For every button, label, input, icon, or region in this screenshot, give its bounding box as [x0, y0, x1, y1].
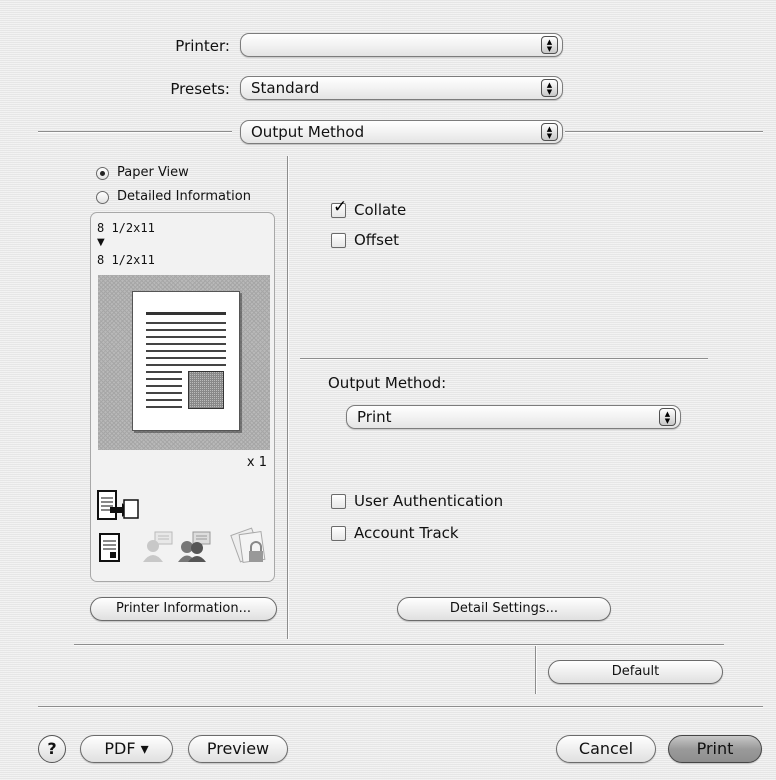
separator-vertical	[535, 646, 537, 694]
cancel-button[interactable]: Cancel	[556, 735, 656, 763]
output-method-popup[interactable]: Print ▲ ▼	[346, 405, 681, 429]
paper-to: 8 1/2x11	[97, 253, 155, 267]
paper-from: 8 1/2x11	[97, 221, 155, 235]
preview-box: 8 1/2x11 ▼ 8 1/2x11 x 1	[90, 212, 275, 582]
paper-preview-area	[98, 275, 270, 450]
help-icon[interactable]: ?	[38, 735, 66, 763]
presets-value: Standard	[251, 79, 320, 97]
detailed-information-label: Detailed Information	[117, 189, 251, 204]
output-tray-icon	[97, 490, 139, 520]
account-track-label: Account Track	[354, 524, 459, 542]
output-method-value: Print	[357, 408, 392, 426]
paper-arrow-icon: ▼	[97, 237, 105, 248]
copies-count: x 1	[246, 455, 267, 470]
default-button[interactable]: Default	[548, 660, 723, 684]
presets-popup[interactable]: Standard ▲ ▼	[240, 76, 563, 100]
preview-button[interactable]: Preview	[188, 735, 288, 763]
up-down-arrows-icon: ▲ ▼	[541, 36, 558, 54]
up-down-arrows-icon: ▲ ▼	[541, 79, 558, 97]
presets-label: Presets:	[170, 80, 230, 98]
printer-information-button[interactable]: Printer Information...	[90, 597, 277, 621]
offset-checkbox[interactable]	[331, 233, 346, 248]
offset-label: Offset	[354, 231, 400, 249]
separator	[38, 131, 232, 133]
separator	[565, 131, 763, 133]
panel-value: Output Method	[251, 123, 365, 141]
paper-view-radio[interactable]	[96, 167, 109, 180]
detailed-information-radio[interactable]	[96, 191, 109, 204]
panel-popup[interactable]: Output Method ▲ ▼	[240, 120, 563, 144]
separator	[38, 706, 763, 708]
printer-popup[interactable]: ▲ ▼	[240, 33, 563, 57]
paper-page	[132, 291, 240, 431]
group-icon	[178, 531, 211, 562]
collate-label: Collate	[354, 201, 407, 219]
up-down-arrows-icon: ▲ ▼	[659, 408, 676, 426]
lock-icon	[230, 527, 266, 563]
up-down-arrows-icon: ▲ ▼	[541, 123, 558, 141]
user-authentication-checkbox[interactable]	[331, 494, 346, 509]
printer-label: Printer:	[175, 37, 230, 55]
print-button[interactable]: Print	[668, 735, 762, 763]
paper-view-label: Paper View	[117, 165, 189, 180]
panel-divider	[287, 156, 289, 639]
detail-settings-button[interactable]: Detail Settings...	[397, 597, 611, 621]
pdf-button[interactable]: PDF ▾	[80, 735, 173, 763]
account-track-checkbox[interactable]	[331, 526, 346, 541]
user-authentication-label: User Authentication	[354, 492, 504, 510]
document-icon	[99, 533, 120, 562]
user-icon	[143, 531, 173, 562]
separator	[300, 358, 708, 360]
collate-checkbox[interactable]: ✓	[331, 199, 347, 218]
separator	[74, 644, 724, 646]
output-method-label: Output Method:	[328, 374, 447, 392]
